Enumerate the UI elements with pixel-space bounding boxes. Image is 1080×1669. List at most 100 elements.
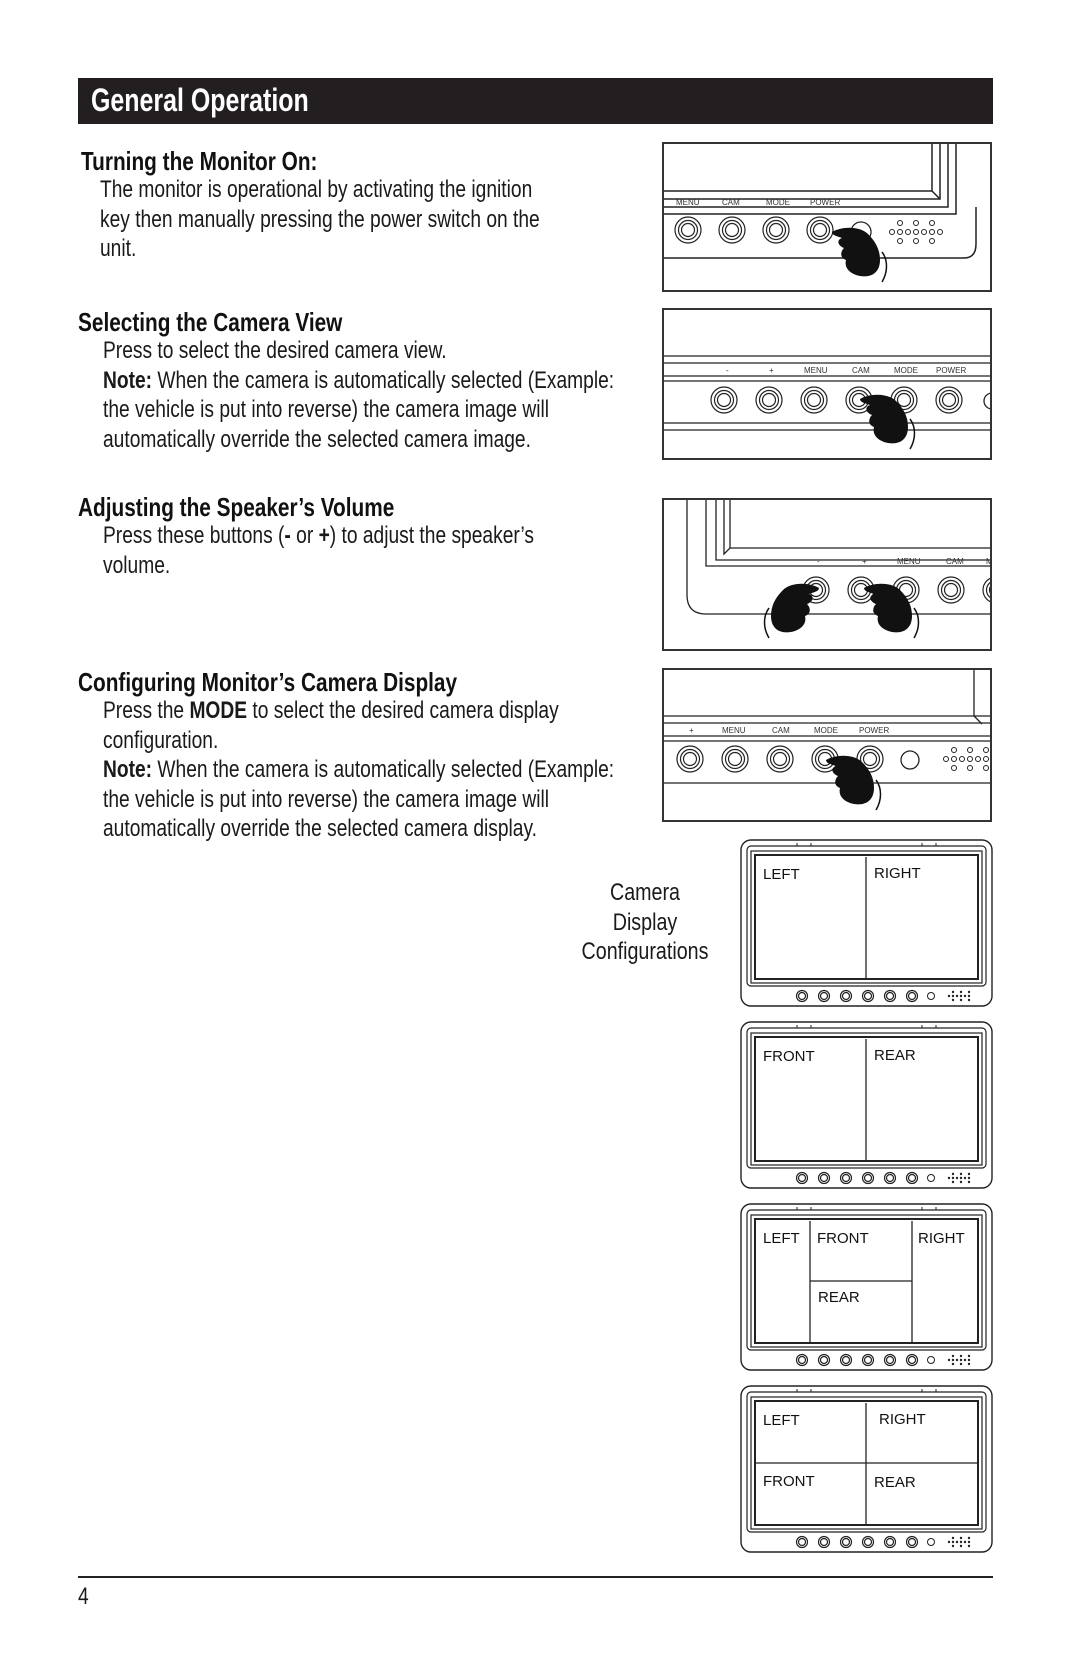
label-plus: + <box>862 557 867 566</box>
pointing-hand-icon <box>763 583 819 639</box>
pane-label: REAR <box>874 1047 916 1064</box>
round-button-icon <box>937 576 965 604</box>
label-minus: - <box>726 366 729 375</box>
round-button-icon <box>676 745 704 773</box>
label-menu: MENU <box>722 726 746 735</box>
label-menu: MENU <box>897 557 921 566</box>
note-line: When the camera is automatically selecte… <box>152 756 615 783</box>
caption-line: Camera <box>609 879 680 906</box>
round-button-icon <box>861 1535 875 1549</box>
label-cam: CAM <box>946 557 964 566</box>
pointing-hand-icon <box>860 394 916 450</box>
label-cam: CAM <box>852 366 870 375</box>
label-cam: CAM <box>772 726 790 735</box>
body-text: Press these buttons (- or +) to adjust t… <box>103 521 534 551</box>
text-run: to select the desired camera display <box>247 697 559 724</box>
text-run: ) to adjust the speaker’s <box>329 522 534 549</box>
monitor-config-diagram: LEFT FRONT RIGHT REAR <box>740 1203 993 1371</box>
monitor-mode-illustration: + MENU CAM MODE POWER <box>662 668 992 822</box>
monitor-camera-illustration: - + MENU CAM MODE POWER <box>662 308 992 460</box>
sensor-icon <box>927 1356 935 1364</box>
round-button-icon <box>905 1535 919 1549</box>
note-line: the vehicle is put into reverse) the cam… <box>103 785 550 813</box>
label-power: POWER <box>859 726 889 735</box>
pane-label: RIGHT <box>874 865 921 882</box>
section-heading: Configuring Monitor’s Camera Display <box>78 667 458 697</box>
pane-label: LEFT <box>763 866 800 883</box>
speaker-grille-icon <box>947 1536 971 1548</box>
label-power: POWER <box>936 366 966 375</box>
round-button-icon <box>795 1535 809 1549</box>
round-button-icon <box>817 1171 831 1185</box>
note-line: When the camera is automatically selecte… <box>152 366 615 394</box>
monitor-config-diagram: FRONT REAR <box>740 1021 993 1189</box>
round-button-icon <box>817 989 831 1003</box>
round-button-icon <box>721 745 749 773</box>
section-speaker-volume: Adjusting the Speaker’s Volume Press the… <box>78 492 642 580</box>
round-button-icon <box>839 1535 853 1549</box>
config-left-right: LEFT RIGHT <box>739 838 994 1010</box>
footer-divider <box>78 1576 993 1578</box>
section-heading: Adjusting the Speaker’s Volume <box>78 492 395 522</box>
caption-line: Configurations <box>581 938 709 965</box>
body-text: configuration. <box>103 726 219 754</box>
sensor-icon <box>927 1174 935 1182</box>
config-quad: LEFT RIGHT FRONT REAR <box>739 1384 994 1556</box>
round-button-icon <box>817 1535 831 1549</box>
monitor-diagram: + MENU CAM MODE POWER <box>664 670 990 811</box>
monitor-volume-illustration: - + MENU CAM M <box>662 498 992 651</box>
monitor-diagram: - + MENU CAM MODE POWER <box>664 355 990 450</box>
note-text: Note: When the camera is automatically s… <box>103 366 614 396</box>
pane-label: FRONT <box>763 1473 815 1490</box>
note-line: automatically override the selected came… <box>103 815 537 842</box>
note-label: Note: <box>103 366 153 394</box>
text-run: Press the <box>103 697 190 724</box>
note-label: Note: <box>103 756 153 783</box>
round-button-icon <box>839 989 853 1003</box>
speaker-grille-icon <box>889 220 943 244</box>
sensor-icon <box>900 750 920 770</box>
text-run: Press these buttons ( <box>103 522 285 549</box>
body-text: unit. <box>100 235 137 262</box>
config-left-front-rear-right: LEFT FRONT RIGHT REAR <box>739 1202 994 1374</box>
pane-label: RIGHT <box>879 1411 926 1428</box>
speaker-grille-icon <box>947 990 971 1002</box>
section-monitor-on: Turning the Monitor On: The monitor is o… <box>81 146 650 264</box>
label-cam: CAM <box>722 198 740 207</box>
round-button-icon <box>762 216 790 244</box>
pane-label: REAR <box>874 1474 916 1491</box>
label-minus: - <box>817 557 820 566</box>
round-button-icon <box>674 216 702 244</box>
text-run: or <box>290 522 319 549</box>
round-button-icon <box>795 1353 809 1367</box>
note-line: automatically override the selected came… <box>103 425 531 453</box>
pane-label: FRONT <box>763 1048 815 1065</box>
section-heading: Turning the Monitor On: <box>81 146 318 176</box>
round-button-icon <box>861 1171 875 1185</box>
mode-label: MODE <box>189 697 248 724</box>
label-plus: + <box>689 726 694 735</box>
round-button-icon <box>935 386 963 414</box>
body-text: Press to select the desired camera view. <box>103 337 447 364</box>
label-mode: M <box>986 557 990 566</box>
monitor-config-diagram: LEFT RIGHT <box>740 839 993 1007</box>
monitor-diagram: MENU CAM MODE POWER <box>664 144 977 283</box>
round-button-icon <box>905 1353 919 1367</box>
label-menu: MENU <box>676 198 700 207</box>
round-button-icon <box>718 216 746 244</box>
round-button-icon <box>800 386 828 414</box>
label-mode: MODE <box>814 726 838 735</box>
section-header-bar: General Operation <box>78 78 993 124</box>
round-button-icon <box>710 386 738 414</box>
page-number: 4 <box>78 1583 89 1610</box>
round-button-icon <box>982 577 990 603</box>
sensor-icon <box>927 1538 935 1546</box>
sensor-icon <box>927 992 935 1000</box>
body-text: volume. <box>103 551 171 579</box>
note-line: the vehicle is put into reverse) the cam… <box>103 396 550 423</box>
label-menu: MENU <box>804 366 828 375</box>
section-camera-view: Selecting the Camera View Press to selec… <box>78 307 742 454</box>
body-text: key then manually pressing the power swi… <box>100 205 540 233</box>
pointing-hand-icon <box>832 227 888 283</box>
note-text: Note: When the camera is automatically s… <box>103 755 614 785</box>
